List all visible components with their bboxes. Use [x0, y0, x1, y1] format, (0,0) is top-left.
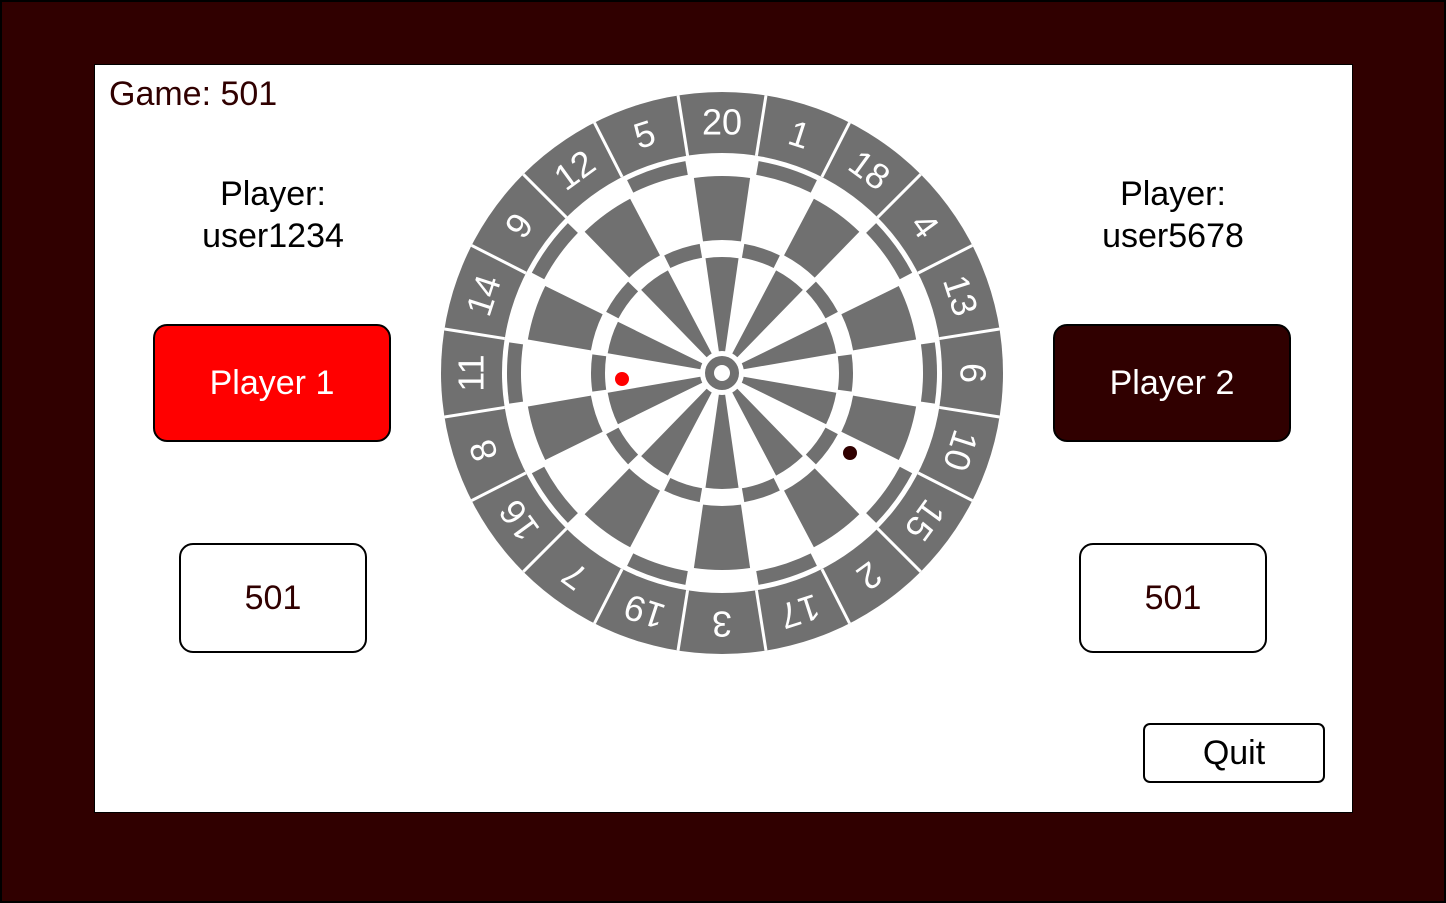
player-1-label: Player: user1234: [153, 173, 393, 257]
treble-11[interactable]: [591, 354, 607, 392]
sector-number-6: 6: [953, 363, 994, 383]
sector-number-11: 11: [451, 354, 492, 391]
player-2-username: user5678: [1102, 217, 1244, 255]
double-11[interactable]: [507, 342, 524, 404]
sector-number-20: 20: [702, 102, 742, 143]
player-1-label-heading: Player:: [220, 175, 326, 213]
treble-6[interactable]: [837, 354, 853, 392]
double-6[interactable]: [920, 342, 937, 404]
dartboard[interactable]: 20 11841361015217319716811149125: [441, 92, 1003, 654]
dart-2: [843, 446, 857, 460]
game-panel: Game: 501 Player: user1234 Player 1 501 …: [94, 64, 1353, 813]
bullseye[interactable]: [714, 365, 730, 381]
dartboard-segments[interactable]: [441, 92, 1003, 654]
player-2-label: Player: user5678: [1053, 173, 1293, 257]
player-1-button[interactable]: Player 1: [153, 324, 391, 442]
player-2-button[interactable]: Player 2: [1053, 324, 1291, 442]
dart-1: [615, 372, 629, 386]
quit-button[interactable]: Quit: [1143, 723, 1325, 783]
player-2-score: 501: [1079, 543, 1267, 653]
player-2-label-heading: Player:: [1120, 175, 1226, 213]
player-1-score: 501: [179, 543, 367, 653]
single-outer-20[interactable]: [693, 175, 751, 242]
single-outer-3[interactable]: [693, 504, 751, 571]
player-1-username: user1234: [202, 217, 344, 255]
app-frame: Game: 501 Player: user1234 Player 1 501 …: [0, 0, 1446, 903]
sector-number-3: 3: [712, 604, 732, 645]
game-title: Game: 501: [109, 75, 278, 113]
